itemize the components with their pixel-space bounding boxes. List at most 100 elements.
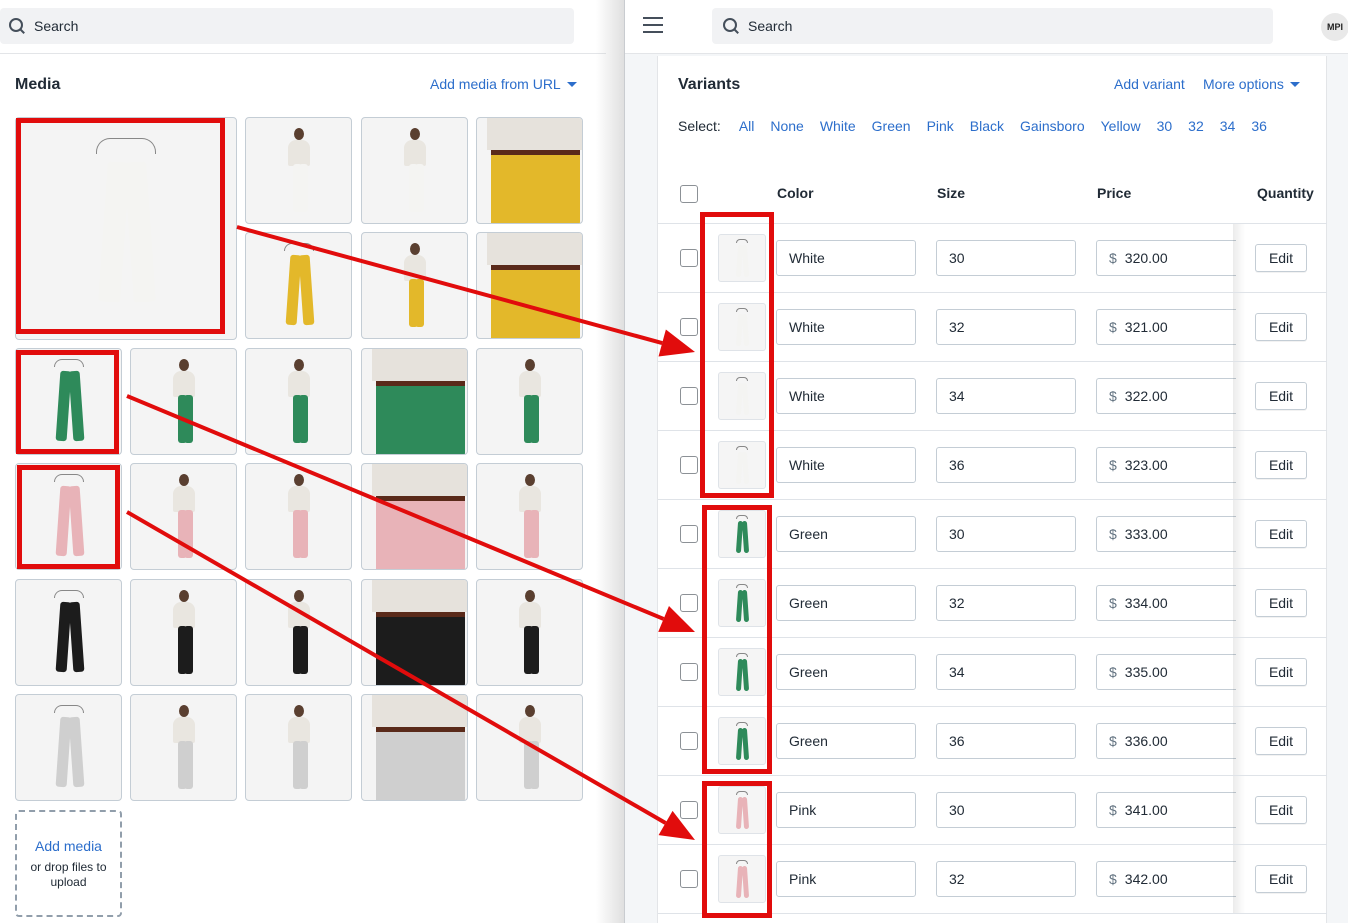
hamburger-menu-icon[interactable]: [643, 17, 663, 33]
media-thumbnail[interactable]: [130, 348, 237, 455]
color-field[interactable]: White: [776, 240, 916, 276]
color-field[interactable]: White: [776, 447, 916, 483]
edit-button[interactable]: Edit: [1255, 589, 1307, 617]
row-checkbox[interactable]: [680, 387, 698, 405]
price-field[interactable]: $320.00: [1096, 240, 1236, 276]
size-field[interactable]: 30: [936, 516, 1076, 552]
media-thumbnail[interactable]: [476, 694, 583, 801]
price-field[interactable]: $333.00: [1096, 516, 1236, 552]
size-field[interactable]: 34: [936, 378, 1076, 414]
media-thumbnail[interactable]: [130, 463, 237, 570]
color-field[interactable]: Pink: [776, 861, 916, 897]
media-thumbnail[interactable]: [245, 232, 352, 339]
edit-button[interactable]: Edit: [1255, 382, 1307, 410]
edit-button[interactable]: Edit: [1255, 520, 1307, 548]
media-thumbnail[interactable]: [476, 117, 583, 224]
row-checkbox[interactable]: [680, 525, 698, 543]
media-thumbnail[interactable]: [245, 579, 352, 686]
size-value: 32: [949, 595, 965, 611]
media-thumbnail[interactable]: [476, 463, 583, 570]
select-option[interactable]: White: [820, 118, 856, 134]
price-field[interactable]: $334.00: [1096, 585, 1236, 621]
select-option[interactable]: 32: [1188, 118, 1204, 134]
color-field[interactable]: Green: [776, 723, 916, 759]
media-thumbnail[interactable]: [361, 348, 468, 455]
store-avatar[interactable]: MPI: [1321, 13, 1348, 41]
search-input[interactable]: Search: [712, 8, 1273, 44]
size-field[interactable]: 30: [936, 792, 1076, 828]
media-thumbnail[interactable]: [361, 463, 468, 570]
row-checkbox[interactable]: [680, 249, 698, 267]
more-options-button[interactable]: More options: [1203, 76, 1300, 92]
price-field[interactable]: $341.00: [1096, 792, 1236, 828]
row-checkbox[interactable]: [680, 318, 698, 336]
media-thumbnail[interactable]: [245, 117, 352, 224]
row-checkbox[interactable]: [680, 663, 698, 681]
color-field[interactable]: Green: [776, 516, 916, 552]
media-thumbnail[interactable]: [476, 232, 583, 339]
media-thumbnail[interactable]: [130, 579, 237, 686]
edit-button[interactable]: Edit: [1255, 244, 1307, 272]
add-media-dropzone[interactable]: Add media or drop files to upload: [15, 810, 122, 917]
row-checkbox[interactable]: [680, 732, 698, 750]
media-thumbnail[interactable]: [361, 694, 468, 801]
price-field[interactable]: $342.00: [1096, 861, 1236, 897]
size-field[interactable]: 34: [936, 654, 1076, 690]
select-option[interactable]: Yellow: [1101, 118, 1141, 134]
select-option[interactable]: Black: [970, 118, 1004, 134]
size-field[interactable]: 32: [936, 309, 1076, 345]
size-field[interactable]: 36: [936, 447, 1076, 483]
media-thumbnail[interactable]: [361, 579, 468, 686]
select-option[interactable]: Pink: [927, 118, 954, 134]
media-thumbnail[interactable]: [130, 694, 237, 801]
size-field[interactable]: 32: [936, 585, 1076, 621]
color-field[interactable]: White: [776, 378, 916, 414]
media-thumbnail[interactable]: [15, 694, 122, 801]
media-thumbnail[interactable]: [245, 348, 352, 455]
color-value: Green: [789, 664, 828, 680]
edit-button[interactable]: Edit: [1255, 451, 1307, 479]
select-option[interactable]: Green: [872, 118, 911, 134]
color-field[interactable]: Green: [776, 585, 916, 621]
media-thumbnail[interactable]: [15, 579, 122, 686]
size-field[interactable]: 30: [936, 240, 1076, 276]
media-thumbnail[interactable]: [476, 579, 583, 686]
edit-button[interactable]: Edit: [1255, 796, 1307, 824]
size-field[interactable]: 36: [936, 723, 1076, 759]
add-media-from-url-link[interactable]: Add media from URL: [430, 76, 577, 92]
edit-button[interactable]: Edit: [1255, 865, 1307, 893]
price-field[interactable]: $323.00: [1096, 447, 1236, 483]
size-field[interactable]: 32: [936, 861, 1076, 897]
search-input[interactable]: Search: [0, 8, 574, 44]
row-checkbox[interactable]: [680, 870, 698, 888]
media-thumbnail[interactable]: [476, 348, 583, 455]
select-option[interactable]: 34: [1220, 118, 1236, 134]
color-field[interactable]: White: [776, 309, 916, 345]
edit-button[interactable]: Edit: [1255, 658, 1307, 686]
color-field[interactable]: Pink: [776, 792, 916, 828]
add-variant-link[interactable]: Add variant: [1114, 76, 1185, 92]
price-field[interactable]: $321.00: [1096, 309, 1236, 345]
select-option[interactable]: None: [770, 118, 803, 134]
color-field[interactable]: Green: [776, 654, 916, 690]
edit-button[interactable]: Edit: [1255, 313, 1307, 341]
row-checkbox[interactable]: [680, 456, 698, 474]
currency-symbol: $: [1109, 457, 1117, 473]
media-thumbnail[interactable]: [245, 694, 352, 801]
select-option[interactable]: All: [739, 118, 755, 134]
media-thumbnail[interactable]: [245, 463, 352, 570]
row-checkbox[interactable]: [680, 594, 698, 612]
select-all-checkbox[interactable]: [680, 185, 698, 203]
media-thumbnail[interactable]: [361, 232, 468, 339]
price-field[interactable]: $335.00: [1096, 654, 1236, 690]
price-field[interactable]: $336.00: [1096, 723, 1236, 759]
left-topbar: Search: [0, 0, 606, 54]
select-option[interactable]: 30: [1157, 118, 1173, 134]
row-checkbox[interactable]: [680, 801, 698, 819]
select-option[interactable]: 36: [1251, 118, 1267, 134]
highlight-box: [700, 212, 774, 498]
select-option[interactable]: Gainsboro: [1020, 118, 1085, 134]
price-field[interactable]: $322.00: [1096, 378, 1236, 414]
edit-button[interactable]: Edit: [1255, 727, 1307, 755]
media-thumbnail[interactable]: [361, 117, 468, 224]
